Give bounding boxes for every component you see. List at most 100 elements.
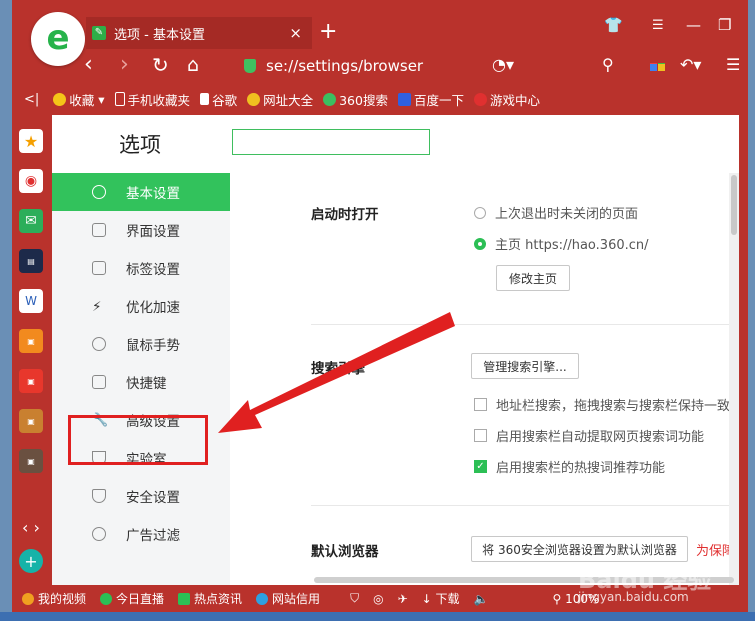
home-button[interactable]: ⌂ bbox=[187, 52, 199, 78]
star-icon bbox=[53, 92, 67, 106]
lightning-icon: ⚡ bbox=[92, 299, 102, 315]
bookmarks-bar: <| 收藏 ▾ 手机收藏夹 谷歌 网址大全 360搜索 百度一下 游戏中心 bbox=[12, 89, 550, 109]
menu-icon[interactable]: ☰ bbox=[652, 18, 664, 33]
new-tab-button[interactable]: + bbox=[319, 19, 337, 45]
checkbox-hot-search[interactable]: ✓ 启用搜索栏的热搜词推荐功能 bbox=[474, 457, 665, 476]
360-search-icon bbox=[323, 92, 337, 106]
scroll-apps-icon[interactable]: ‹ › bbox=[19, 515, 43, 539]
status-my-videos[interactable]: 我的视频 bbox=[22, 590, 86, 607]
more-menu-icon[interactable]: ☰ bbox=[726, 54, 740, 76]
weibo-icon[interactable]: ◉ bbox=[19, 169, 43, 193]
wrench-icon: ✎ bbox=[92, 26, 106, 40]
status-download[interactable]: ↓ 下载 bbox=[422, 590, 460, 607]
word-icon[interactable]: W bbox=[19, 289, 43, 313]
add-app-icon[interactable]: + bbox=[19, 549, 43, 573]
scroll-thumb[interactable] bbox=[731, 175, 737, 235]
browser-logo-icon[interactable]: e bbox=[31, 12, 85, 66]
address-url: se://settings/browser bbox=[266, 57, 424, 75]
download-icon: ↓ bbox=[421, 591, 436, 606]
tab-icon bbox=[92, 261, 106, 275]
annotation-highlight-box bbox=[68, 415, 208, 465]
magnifier-icon: ⚲ bbox=[552, 591, 566, 606]
sidebar-item-basic[interactable]: 基本设置 bbox=[52, 173, 230, 211]
sidebar-item-optimize[interactable]: ⚡ 优化加速 bbox=[52, 287, 230, 325]
browser-window: e ✎ 选项 - 基本设置 × + 👕 ☰ — ❐ ‹ › ↻ ⌂ se://s… bbox=[12, 0, 748, 612]
status-site-credit[interactable]: 网站信用 bbox=[256, 590, 320, 607]
settings-sidebar: 基本设置 界面设置 标签设置 ⚡ 优化加速 鼠标手势 快捷键 🔧 高级设置 实验室 … bbox=[52, 173, 230, 585]
divider bbox=[311, 505, 731, 506]
bookmark-baidu[interactable]: 百度一下 bbox=[397, 90, 464, 109]
speaker-icon[interactable]: 🔈 bbox=[474, 592, 489, 606]
manage-search-engines-button[interactable]: 管理搜索引擎... bbox=[471, 353, 579, 379]
shield-status-icon[interactable]: ⛉ bbox=[350, 591, 359, 606]
sidebar-item-mouse-gestures[interactable]: 鼠标手势 bbox=[52, 325, 230, 363]
divider bbox=[311, 324, 731, 325]
paw-icon bbox=[397, 92, 411, 106]
sidebar-item-shortcuts[interactable]: 快捷键 bbox=[52, 363, 230, 401]
game-app-2-icon[interactable]: ▣ bbox=[19, 449, 43, 473]
apps-grid-icon[interactable] bbox=[650, 54, 665, 98]
search-engine-title: 搜索引擎 bbox=[311, 361, 365, 377]
set-default-browser-button[interactable]: 将 360安全浏览器设置为默认浏览器 bbox=[471, 536, 688, 562]
bookmark-game-center[interactable]: 游戏中心 bbox=[473, 90, 540, 109]
news-icon bbox=[178, 592, 191, 605]
sidebar-item-ad-filter[interactable]: 广告过滤 bbox=[52, 515, 230, 553]
change-homepage-button[interactable]: 修改主页 bbox=[496, 265, 570, 291]
refresh-button[interactable]: ↻ bbox=[152, 52, 169, 78]
search-engine-icon[interactable]: ◔▾ bbox=[492, 54, 514, 76]
vertical-scrollbar[interactable] bbox=[729, 173, 739, 585]
address-bar[interactable]: se://settings/browser bbox=[244, 54, 504, 78]
shield-icon bbox=[92, 489, 106, 503]
tab-title: 选项 - 基本设置 bbox=[114, 27, 205, 43]
undo-icon[interactable]: ↶▾ bbox=[680, 54, 701, 76]
default-browser-title: 默认浏览器 bbox=[311, 544, 379, 560]
pin-icon[interactable]: ✈ bbox=[398, 592, 408, 606]
minimize-button[interactable]: — bbox=[686, 16, 701, 34]
sidebar-item-security[interactable]: 安全设置 bbox=[52, 477, 230, 515]
settings-page: 选项 基本设置 界面设置 标签设置 ⚡ 优化加速 鼠标手势 快捷键 🔧 高级设置 实… bbox=[52, 115, 739, 585]
favorites-star-icon[interactable]: ★ bbox=[19, 129, 43, 153]
tab-settings[interactable]: ✎ 选项 - 基本设置 × bbox=[86, 17, 312, 49]
shirt-icon[interactable]: 👕 bbox=[604, 16, 623, 34]
video-icon bbox=[22, 592, 34, 605]
checkbox-auto-extract-terms[interactable]: 启用搜索栏自动提取网页搜索词功能 bbox=[474, 426, 704, 445]
bookmark-mobile-favorites[interactable]: 手机收藏夹 bbox=[114, 90, 190, 109]
compass-icon[interactable]: ◎ bbox=[373, 592, 383, 606]
status-hot-news[interactable]: 热点资讯 bbox=[178, 590, 242, 607]
bookmark-favorites[interactable]: 收藏 ▾ bbox=[53, 90, 105, 109]
store-app-icon[interactable]: ▣ bbox=[19, 369, 43, 393]
startup-option-homepage[interactable]: 主页 https://hao.360.cn/ bbox=[474, 234, 649, 253]
collapse-sidebar-icon[interactable]: <| bbox=[24, 92, 39, 107]
settings-search-input[interactable] bbox=[232, 129, 430, 155]
restore-button[interactable]: ❐ bbox=[718, 16, 731, 34]
mail-icon[interactable]: ✉ bbox=[19, 209, 43, 233]
status-live[interactable]: 今日直播 bbox=[100, 590, 164, 607]
sidebar-item-tabs[interactable]: 标签设置 bbox=[52, 249, 230, 287]
startup-option-last-session[interactable]: 上次退出时未关闭的页面 bbox=[474, 203, 638, 222]
sidebar-item-interface[interactable]: 界面设置 bbox=[52, 211, 230, 249]
search-icon[interactable]: ⚲ bbox=[602, 54, 614, 76]
checkbox-icon bbox=[474, 429, 487, 442]
close-tab-icon[interactable]: × bbox=[289, 24, 302, 42]
news-app-icon[interactable]: ▤ bbox=[19, 249, 43, 273]
checkbox-address-bar-search[interactable]: 地址栏搜索，拖拽搜索与搜索栏保持一致 bbox=[474, 395, 730, 414]
radio-icon bbox=[474, 206, 486, 219]
shield-icon bbox=[244, 59, 256, 73]
checkbox-checked-icon: ✓ bbox=[474, 460, 487, 473]
back-button[interactable]: ‹ bbox=[84, 52, 93, 78]
page-icon bbox=[200, 93, 210, 105]
page-title: 选项 bbox=[119, 133, 161, 157]
forward-button[interactable]: › bbox=[120, 52, 129, 78]
gear-icon bbox=[92, 185, 106, 199]
watermark-site: jingyan.baidu.com bbox=[578, 590, 689, 604]
play-icon bbox=[100, 592, 113, 605]
game-app-icon[interactable]: ▣ bbox=[19, 409, 43, 433]
globe-icon bbox=[247, 92, 261, 106]
novel-app-icon[interactable]: ▣ bbox=[19, 329, 43, 353]
game-icon bbox=[473, 92, 487, 106]
settings-main: 启动时打开 上次退出时未关闭的页面 主页 https://hao.360.cn/… bbox=[230, 173, 739, 585]
startup-title: 启动时打开 bbox=[311, 207, 379, 223]
bookmark-google[interactable]: 谷歌 bbox=[200, 90, 237, 109]
bookmark-hao-directory[interactable]: 网址大全 bbox=[247, 90, 313, 109]
bookmark-360-search[interactable]: 360搜索 bbox=[323, 90, 388, 109]
